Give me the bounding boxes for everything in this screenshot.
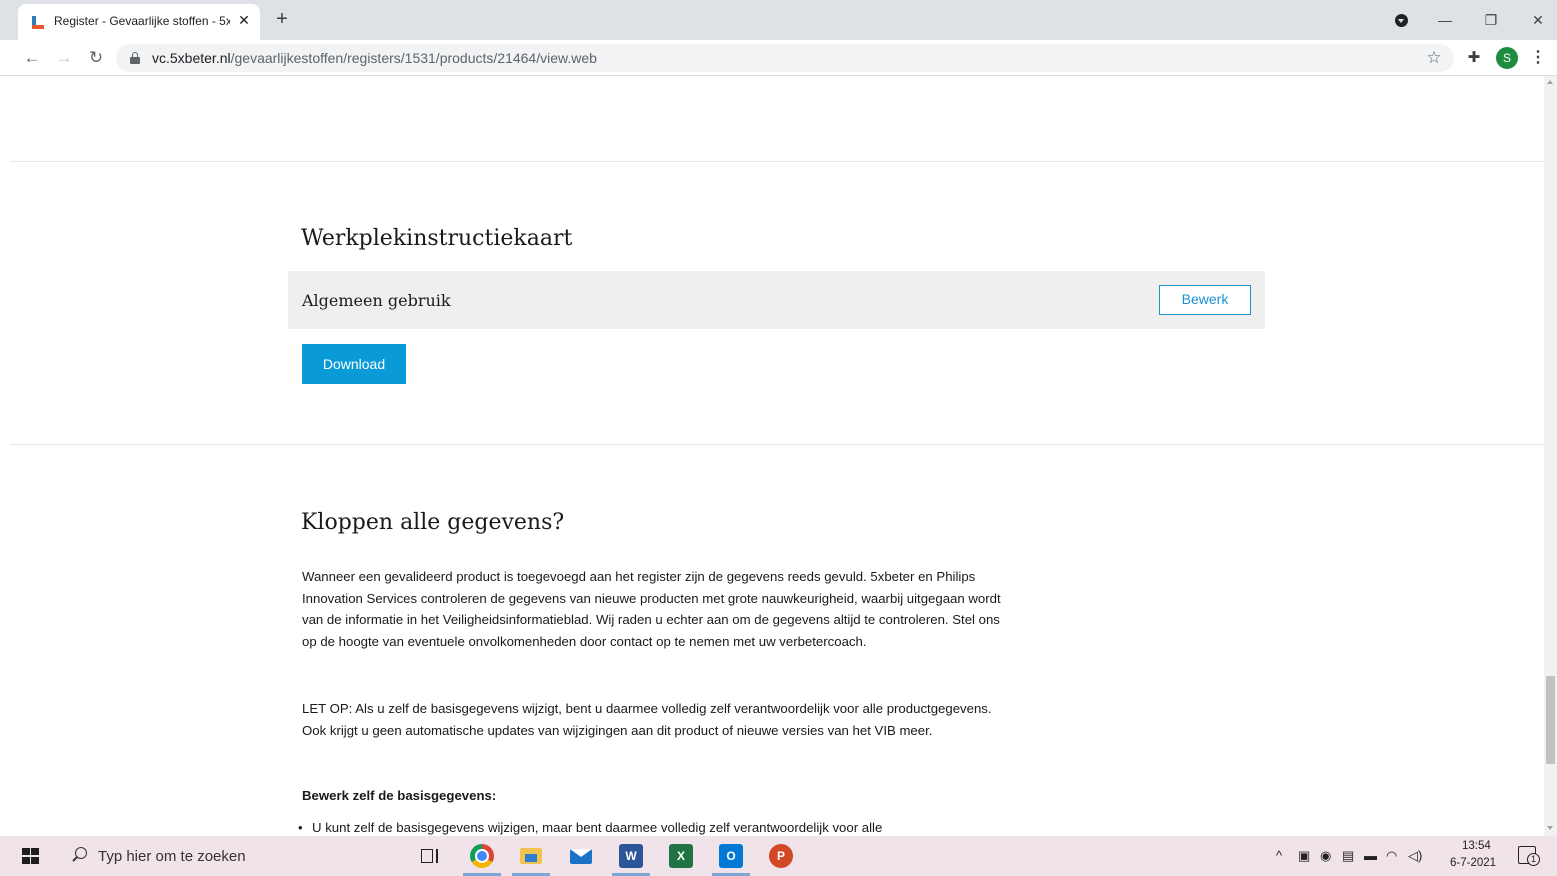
tab-search-icon[interactable] xyxy=(1395,14,1408,27)
task-view-icon[interactable] xyxy=(418,844,442,868)
page-viewport: Werkplekinstructiekaart Algemeen gebruik… xyxy=(0,76,1544,836)
bookmark-star-icon[interactable]: ☆ xyxy=(1422,46,1446,70)
windows-start-icon[interactable] xyxy=(22,848,39,864)
url-host: vc.5xbeter.nl xyxy=(152,50,231,66)
excel-icon[interactable]: X xyxy=(669,844,693,868)
forward-arrow-icon[interactable]: → xyxy=(52,46,76,70)
edit-basics-heading: Bewerk zelf de basisgegevens: xyxy=(302,788,497,803)
back-arrow-icon[interactable]: ← xyxy=(20,46,44,70)
url-path: /gevaarlijkestoffen/registers/1531/produ… xyxy=(230,50,597,66)
address-bar[interactable]: vc.5xbeter.nl/gevaarlijkestoffen/registe… xyxy=(116,44,1454,72)
word-icon[interactable]: W xyxy=(619,844,643,868)
notification-count-badge: 1 xyxy=(1527,853,1540,866)
wpik-row: Algemeen gebruik Bewerk xyxy=(288,271,1265,329)
clock-date[interactable]: 6-7-2021 xyxy=(1450,857,1496,869)
close-window-button[interactable]: ✕ xyxy=(1526,8,1550,32)
tab-close-icon[interactable]: ✕ xyxy=(236,12,252,28)
page-scrollbar[interactable] xyxy=(1544,76,1557,836)
battery-icon[interactable]: ▬ xyxy=(1364,848,1377,864)
browser-tab-strip: Register - Gevaarlijke stoffen - 5x ✕ + … xyxy=(0,0,1557,40)
scroll-up-arrow-icon[interactable] xyxy=(1547,80,1553,84)
mail-icon[interactable] xyxy=(569,844,593,868)
chrome-icon[interactable] xyxy=(470,844,494,868)
list-item-text: U kunt zelf de basisgegevens wijzigen, m… xyxy=(312,820,883,835)
search-icon[interactable] xyxy=(70,846,90,866)
url-text[interactable]: vc.5xbeter.nl/gevaarlijkestoffen/registe… xyxy=(152,50,597,66)
scrollbar-thumb[interactable] xyxy=(1546,676,1555,764)
tray-chevron-up-icon[interactable]: ^ xyxy=(1276,848,1282,864)
file-explorer-icon[interactable] xyxy=(519,844,543,868)
section-divider xyxy=(10,161,1544,162)
windows-taskbar: Typ hier om te zoeken W X O P ^ ▣ ◉ ▤ ▬ … xyxy=(0,836,1557,876)
extensions-puzzle-icon[interactable]: ✚ xyxy=(1462,46,1486,70)
scroll-down-arrow-icon[interactable] xyxy=(1547,826,1553,830)
taskbar-search-input[interactable]: Typ hier om te zoeken xyxy=(98,848,246,865)
lock-icon[interactable] xyxy=(130,52,140,64)
site-favicon-icon xyxy=(32,16,44,29)
powerpoint-icon[interactable]: P xyxy=(769,844,793,868)
tray-sync-icon[interactable]: ◉ xyxy=(1320,848,1331,864)
wpik-section-title: Werkplekinstructiekaart xyxy=(301,226,573,251)
browser-tab[interactable]: Register - Gevaarlijke stoffen - 5x ✕ xyxy=(18,4,260,40)
minimize-button[interactable]: — xyxy=(1433,8,1457,32)
browser-toolbar: ← → ↻ vc.5xbeter.nl/gevaarlijkestoffen/r… xyxy=(0,40,1557,76)
bullet-dot-icon: • xyxy=(298,820,303,835)
new-tab-button[interactable]: + xyxy=(272,9,292,30)
volume-icon[interactable]: ◁) xyxy=(1408,848,1422,864)
tray-meet-icon[interactable]: ▣ xyxy=(1298,848,1310,864)
tab-title: Register - Gevaarlijke stoffen - 5x xyxy=(54,14,230,28)
wpik-row-label: Algemeen gebruik xyxy=(302,291,451,310)
tray-app-icon[interactable]: ▤ xyxy=(1342,848,1354,864)
verify-paragraph-1: Wanneer een gevalideerd product is toege… xyxy=(302,569,1001,650)
verify-paragraph-2: LET OP: Als u zelf de basisgegevens wijz… xyxy=(302,701,992,738)
clock-time[interactable]: 13:54 xyxy=(1462,840,1491,852)
section-divider xyxy=(10,444,1544,445)
download-button[interactable]: Download xyxy=(302,344,406,384)
reload-icon[interactable]: ↻ xyxy=(84,46,108,70)
wifi-icon[interactable]: ◠ xyxy=(1386,848,1397,864)
maximize-button[interactable]: ❐ xyxy=(1479,8,1503,32)
list-item: • U kunt zelf de basisgegevens wijzigen, … xyxy=(298,820,882,835)
browser-menu-icon[interactable]: ⋮ xyxy=(1528,46,1548,70)
edit-button[interactable]: Bewerk xyxy=(1159,285,1251,315)
profile-avatar[interactable]: S xyxy=(1496,47,1518,69)
outlook-icon[interactable]: O xyxy=(719,844,743,868)
verify-section-title: Kloppen alle gegevens? xyxy=(301,510,565,535)
